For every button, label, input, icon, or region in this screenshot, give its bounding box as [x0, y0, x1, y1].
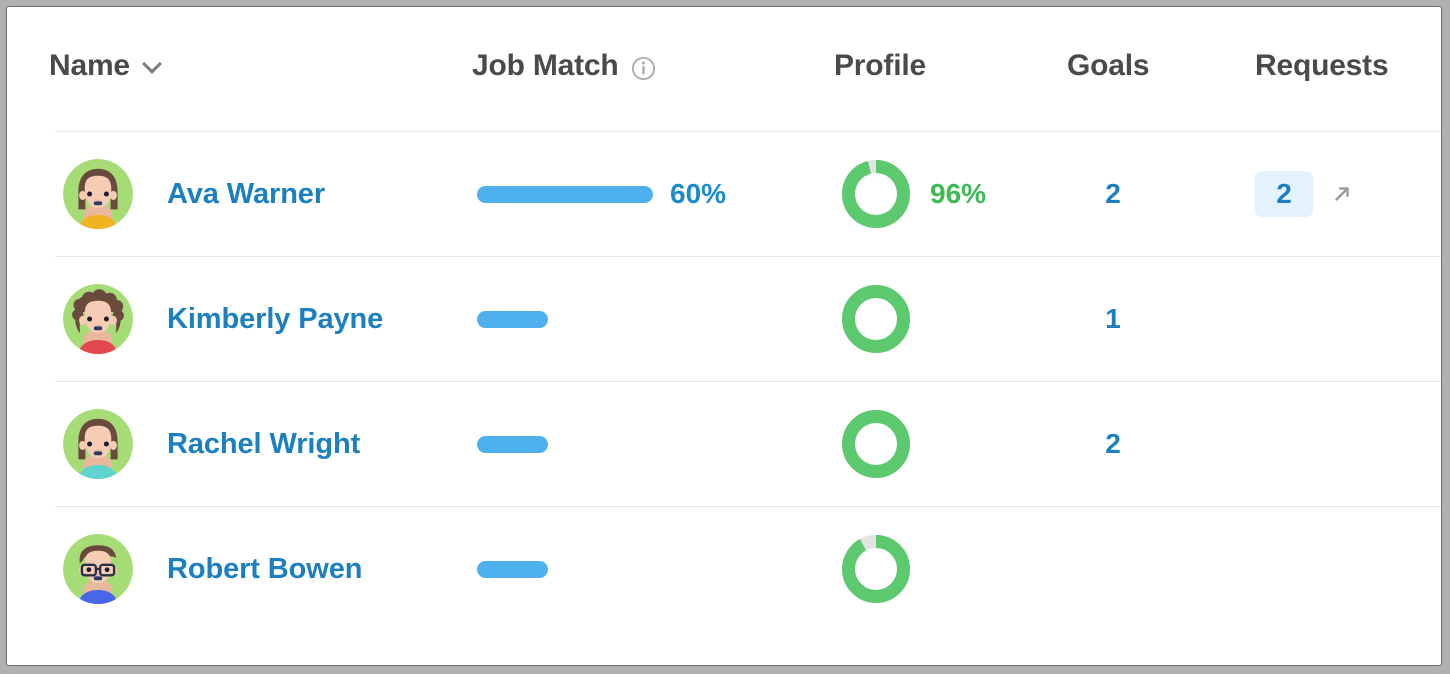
- goals-count: 2: [1105, 178, 1121, 209]
- goals-cell: [1067, 507, 1159, 631]
- table-row[interactable]: Ava Warner 60% 96% 2 2: [55, 131, 1441, 256]
- profile-percent-label: 96%: [930, 178, 987, 209]
- table-row[interactable]: Kimberly Payne 1: [55, 256, 1441, 381]
- person-name-cell[interactable]: Robert Bowen: [167, 507, 362, 631]
- job-match-cell: [477, 257, 777, 381]
- column-header-profile[interactable]: Profile: [834, 47, 926, 85]
- profile-cell: [840, 257, 1070, 381]
- avatar[interactable]: [63, 382, 133, 506]
- people-table-card: Name Job Match Profile Goals Requests Av…: [6, 6, 1442, 666]
- goals-cell: 2: [1067, 132, 1159, 256]
- avatar[interactable]: [63, 132, 133, 256]
- job-match-progress-bar: [477, 185, 653, 203]
- requests-badge[interactable]: 2: [1255, 171, 1313, 217]
- requests-cell: [1255, 507, 1405, 631]
- table-body: Ava Warner 60% 96% 2 2 Kimberly Payne 1 …: [7, 131, 1441, 631]
- requests-cell: 2: [1255, 132, 1405, 256]
- profile-cell: [840, 382, 1070, 506]
- table-header: Name Job Match Profile Goals Requests: [7, 7, 1441, 131]
- profile-cell: 96%: [840, 132, 1070, 256]
- profile-progress-ring-icon: [840, 533, 912, 605]
- info-icon[interactable]: [631, 55, 656, 80]
- avatar-male-glasses-blue-icon: [63, 534, 133, 604]
- job-match-percent-label: 60%: [670, 178, 727, 209]
- avatar-female-bob-yellow-icon: [63, 159, 133, 229]
- person-name-link[interactable]: Robert Bowen: [167, 553, 362, 586]
- job-match-progress-bar: [477, 435, 548, 453]
- arrow-up-right-icon[interactable]: [1331, 183, 1353, 205]
- avatar[interactable]: [63, 507, 133, 631]
- avatar-female-bob-teal-icon: [63, 409, 133, 479]
- person-name-cell[interactable]: Rachel Wright: [167, 382, 360, 506]
- profile-cell: [840, 507, 1070, 631]
- column-header-jobmatch-label: Job Match: [472, 49, 619, 82]
- profile-progress-ring-icon: [840, 158, 912, 230]
- person-name-link[interactable]: Ava Warner: [167, 178, 325, 211]
- table-row[interactable]: Robert Bowen: [55, 506, 1441, 631]
- profile-progress-ring-icon: [840, 283, 912, 355]
- column-header-requests-label: Requests: [1255, 49, 1389, 82]
- person-name-link[interactable]: Kimberly Payne: [167, 303, 383, 336]
- column-header-profile-label: Profile: [834, 49, 926, 82]
- column-header-jobmatch[interactable]: Job Match: [472, 47, 656, 85]
- avatar[interactable]: [63, 257, 133, 381]
- person-name-cell[interactable]: Kimberly Payne: [167, 257, 383, 381]
- person-name-cell[interactable]: Ava Warner: [167, 132, 325, 256]
- person-name-link[interactable]: Rachel Wright: [167, 428, 360, 461]
- job-match-progress-bar: [477, 310, 548, 328]
- column-header-goals-label: Goals: [1067, 49, 1150, 82]
- chevron-down-icon[interactable]: [144, 57, 159, 72]
- column-header-name[interactable]: Name: [49, 47, 159, 85]
- column-header-requests[interactable]: Requests: [1255, 47, 1389, 85]
- column-header-goals[interactable]: Goals: [1067, 47, 1150, 85]
- job-match-cell: [477, 382, 777, 506]
- requests-cell: [1255, 382, 1405, 506]
- column-header-name-label: Name: [49, 49, 130, 82]
- profile-progress-ring-icon: [840, 408, 912, 480]
- goals-count: 1: [1105, 303, 1121, 334]
- requests-cell: [1255, 257, 1405, 381]
- table-row[interactable]: Rachel Wright 2: [55, 381, 1441, 506]
- job-match-cell: [477, 507, 777, 631]
- job-match-cell: 60%: [477, 132, 777, 256]
- job-match-progress-bar: [477, 560, 548, 578]
- goals-cell: 2: [1067, 382, 1159, 506]
- goals-cell: 1: [1067, 257, 1159, 381]
- avatar-female-curly-red-icon: [63, 284, 133, 354]
- goals-count: 2: [1105, 428, 1121, 459]
